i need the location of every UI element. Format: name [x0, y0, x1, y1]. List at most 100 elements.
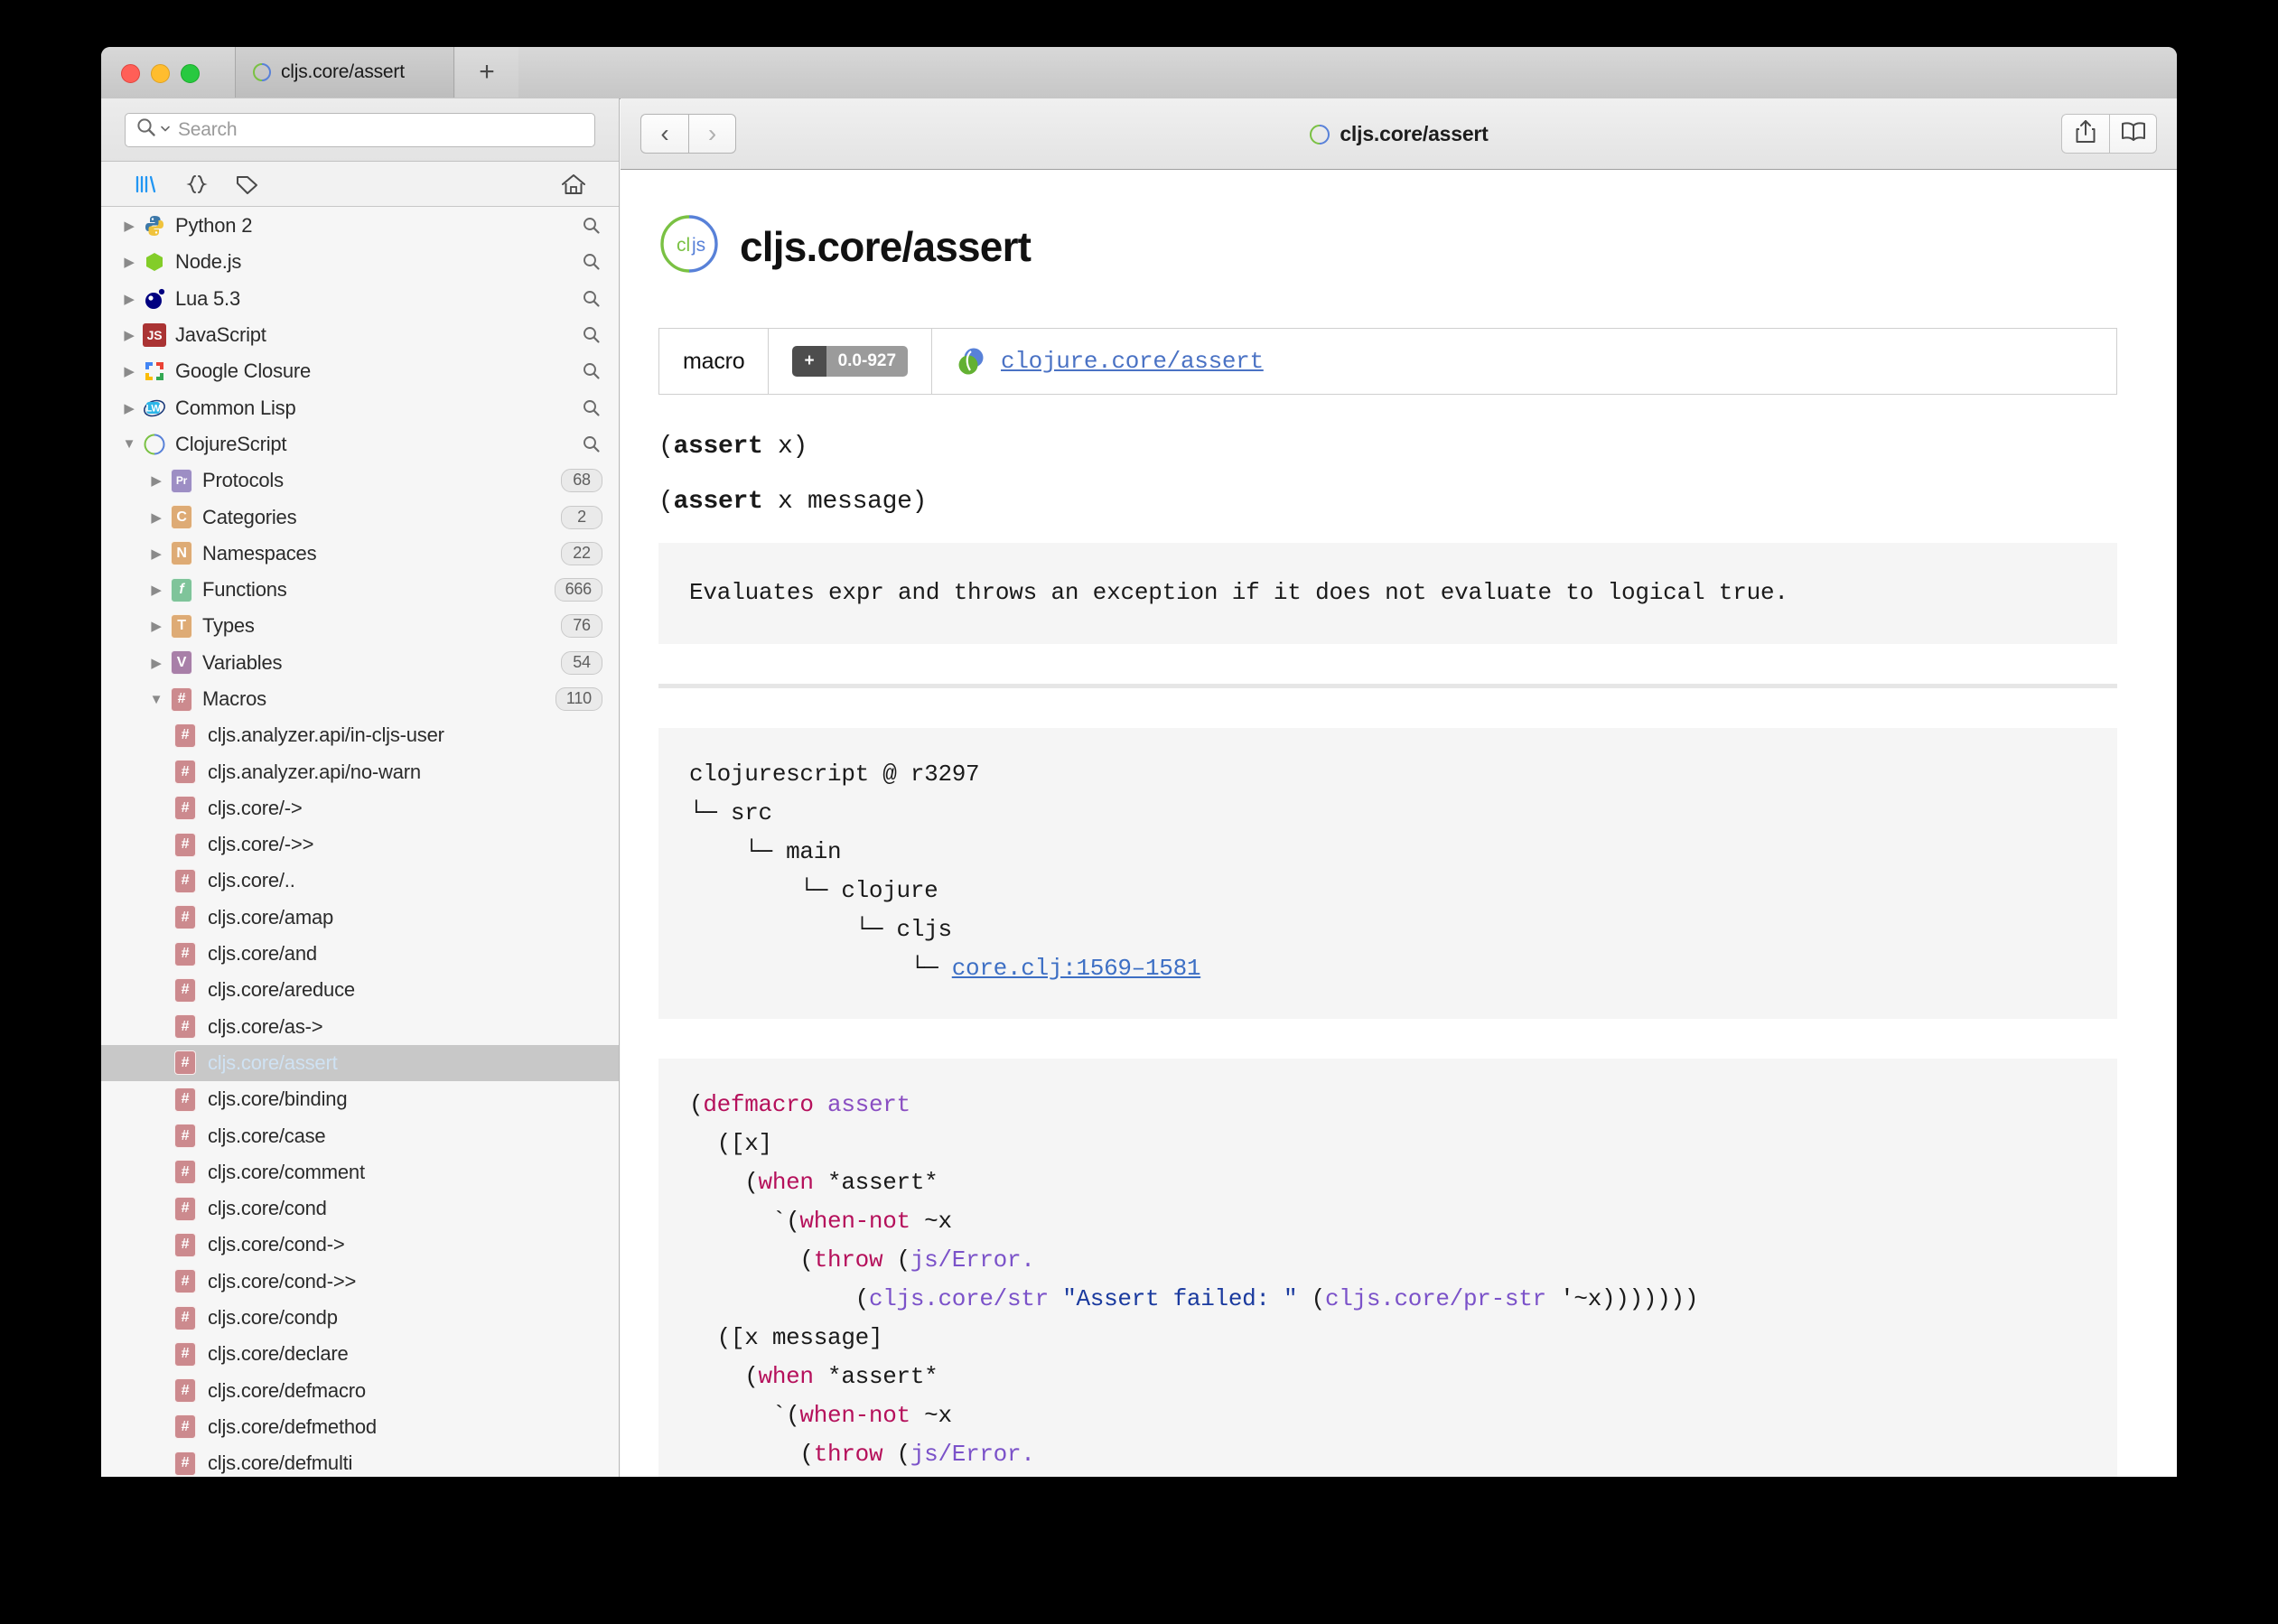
sidebar-item-functions[interactable]: ▶ f Functions 666	[101, 572, 619, 608]
macro-icon: #	[172, 1124, 199, 1149]
macro-icon: #	[172, 1160, 199, 1185]
disclosure-triangle-collapsed-icon[interactable]: ▶	[117, 363, 141, 379]
list-item[interactable]: # cljs.core/case	[101, 1117, 619, 1153]
disclosure-triangle-collapsed-icon[interactable]: ▶	[117, 218, 141, 234]
zoom-window-button[interactable]	[181, 64, 200, 83]
common-lisp-icon: LW	[141, 397, 168, 420]
sidebar-item-categories[interactable]: ▶ C Categories 2	[101, 499, 619, 535]
macro-label: cljs.core/comment	[208, 1160, 365, 1183]
macro-label: cljs.analyzer.api/no-warn	[208, 760, 421, 783]
disclosure-triangle-expanded-icon[interactable]: ▼	[117, 436, 141, 452]
list-item[interactable]: # cljs.core/cond->	[101, 1227, 619, 1263]
minimize-window-button[interactable]	[151, 64, 170, 83]
list-item[interactable]: # cljs.core/defmacro	[101, 1373, 619, 1409]
search-icon[interactable]	[581, 324, 602, 346]
code-token-ns: cljs.core/pr-str	[1324, 1285, 1546, 1312]
new-tab-button[interactable]: +	[455, 47, 518, 98]
list-item[interactable]: # cljs.analyzer.api/in-cljs-user	[101, 717, 619, 753]
namespace-icon: N	[168, 541, 195, 566]
item-count-badge: 2	[561, 505, 602, 529]
disclosure-triangle-collapsed-icon[interactable]: ▶	[117, 291, 141, 307]
list-item[interactable]: # cljs.core/amap	[101, 900, 619, 936]
list-item[interactable]: # cljs.core/as->	[101, 1009, 619, 1045]
list-item[interactable]: # cljs.core/declare	[101, 1336, 619, 1372]
disclosure-triangle-collapsed-icon[interactable]: ▶	[117, 327, 141, 343]
list-item[interactable]: # cljs.analyzer.api/no-warn	[101, 753, 619, 789]
list-item-selected[interactable]: # cljs.core/assert	[101, 1044, 619, 1082]
docset-tree[interactable]: ▶ Python 2 ▶ Node.js ▶ Lua 5.3 ▶ JS Java…	[101, 208, 619, 1477]
disclosure-triangle-collapsed-icon[interactable]: ▶	[145, 655, 168, 671]
sidebar-item-nodejs[interactable]: ▶ Node.js	[101, 244, 619, 280]
search-icon[interactable]	[581, 397, 602, 419]
sidebar-item-types[interactable]: ▶ T Types 76	[101, 608, 619, 644]
sidebar-item-lua-53[interactable]: ▶ Lua 5.3	[101, 281, 619, 317]
disclosure-triangle-collapsed-icon[interactable]: ▶	[145, 618, 168, 634]
search-icon[interactable]	[581, 360, 602, 382]
sidebar-item-python-2[interactable]: ▶ Python 2	[101, 208, 619, 244]
macro-icon: #	[172, 977, 199, 1003]
chevron-down-icon[interactable]	[160, 122, 171, 138]
close-window-button[interactable]	[121, 64, 140, 83]
code-token-kw: when-not	[799, 1402, 910, 1429]
list-item[interactable]: # cljs.core/and	[101, 936, 619, 972]
traffic-light-buttons	[121, 64, 200, 83]
disclosure-triangle-collapsed-icon[interactable]: ▶	[145, 582, 168, 598]
bookmark-button[interactable]	[2109, 114, 2157, 154]
list-item[interactable]: # cljs.core/cond->>	[101, 1264, 619, 1300]
braces-icon[interactable]	[172, 166, 222, 202]
list-item[interactable]: # cljs.core/cond	[101, 1190, 619, 1227]
sidebar-item-macros[interactable]: ▼ # Macros 110	[101, 681, 619, 717]
code-line: ([x]	[689, 1125, 2087, 1163]
search-icon[interactable]	[581, 288, 602, 310]
search-icon[interactable]	[581, 434, 602, 455]
books-icon[interactable]	[121, 166, 172, 202]
code-token-plain: `(	[689, 1208, 800, 1235]
disclosure-triangle-collapsed-icon[interactable]: ▶	[145, 509, 168, 526]
share-button[interactable]	[2061, 114, 2109, 154]
search-area: Search	[101, 98, 619, 162]
javascript-icon: JS	[141, 323, 168, 348]
sidebar-item-common-lisp[interactable]: ▶ LW Common Lisp	[101, 389, 619, 425]
disclosure-triangle-collapsed-icon[interactable]: ▶	[117, 254, 141, 270]
sidebar-item-google-closure[interactable]: ▶ Google Closure	[101, 353, 619, 389]
sidebar-item-protocols[interactable]: ▶ Pr Protocols 68	[101, 462, 619, 499]
list-item[interactable]: # cljs.core/comment	[101, 1154, 619, 1190]
list-item[interactable]: # cljs.core/condp	[101, 1300, 619, 1336]
search-icon[interactable]	[581, 215, 602, 237]
code-line: (cljs.core/str "Assert failed: " (cljs.c…	[689, 1280, 2087, 1319]
source-file-link[interactable]: core.clj:1569–1581	[952, 955, 1201, 982]
search-icon[interactable]	[581, 251, 602, 273]
tab-label: cljs.core/assert	[281, 61, 405, 82]
tab-cljs-core-assert[interactable]: cljs.core/assert	[235, 47, 454, 98]
sidebar-item-variables[interactable]: ▶ V Variables 54	[101, 645, 619, 681]
related-link[interactable]: clojure.core/assert	[1001, 348, 1264, 375]
code-token-kw: defmacro	[703, 1091, 814, 1118]
tag-icon[interactable]	[222, 166, 273, 202]
list-item[interactable]: # cljs.core/->	[101, 790, 619, 826]
list-item[interactable]: # cljs.core/->>	[101, 826, 619, 863]
list-item[interactable]: # cljs.core/..	[101, 863, 619, 899]
cljs-ring-icon	[1309, 124, 1330, 145]
code-line: `(when-not ~x	[689, 1202, 2087, 1241]
nodejs-icon	[141, 250, 168, 274]
code-line: (when *assert*	[689, 1358, 2087, 1396]
list-item[interactable]: # cljs.core/defmulti	[101, 1445, 619, 1477]
disclosure-triangle-expanded-icon[interactable]: ▼	[145, 692, 168, 707]
disclosure-triangle-collapsed-icon[interactable]: ▶	[117, 400, 141, 416]
documentation-view[interactable]: cl js cljs.core/assert macro + 0.0-927 c…	[621, 170, 2177, 1477]
macro-label: cljs.core/areduce	[208, 978, 355, 1002]
disclosure-triangle-collapsed-icon[interactable]: ▶	[145, 472, 168, 489]
google-closure-icon	[141, 359, 168, 383]
list-item[interactable]: # cljs.core/binding	[101, 1081, 619, 1117]
sidebar-item-namespaces[interactable]: ▶ N Namespaces 22	[101, 536, 619, 572]
list-item[interactable]: # cljs.core/areduce	[101, 972, 619, 1008]
clojurescript-icon	[141, 433, 168, 456]
list-item[interactable]: # cljs.core/defmethod	[101, 1409, 619, 1445]
home-icon[interactable]	[548, 166, 599, 202]
related-cell: clojure.core/assert	[932, 329, 2116, 394]
sidebar-item-clojurescript[interactable]: ▼ ClojureScript	[101, 426, 619, 462]
search-input[interactable]: Search	[125, 112, 595, 147]
disclosure-triangle-collapsed-icon[interactable]: ▶	[145, 546, 168, 562]
code-token-plain: *assert*	[813, 1363, 938, 1390]
sidebar-item-javascript[interactable]: ▶ JS JavaScript	[101, 317, 619, 353]
